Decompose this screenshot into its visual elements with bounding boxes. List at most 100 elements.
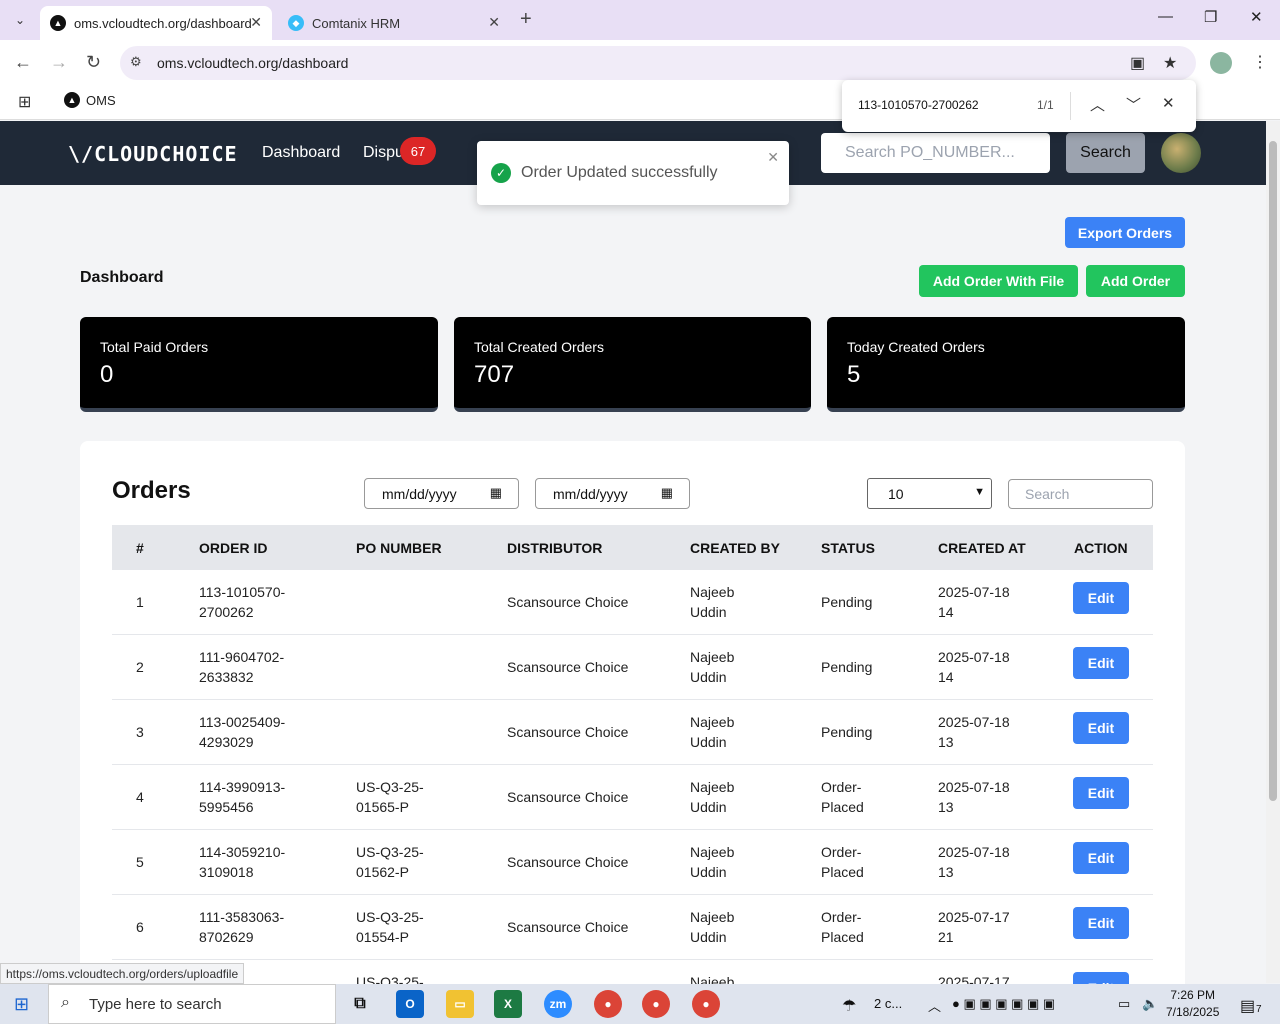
page-size-select[interactable]: 10 ▼ <box>867 478 992 509</box>
row-number: 1 <box>136 594 144 610</box>
header-search-button[interactable]: Search <box>1066 133 1145 173</box>
edit-button[interactable]: Edit <box>1073 777 1129 809</box>
apps-grid-icon[interactable]: ⊞ <box>18 92 31 112</box>
profile-icon[interactable] <box>1210 52 1232 74</box>
close-tab-icon[interactable]: ✕ <box>250 14 262 31</box>
bookmark-oms[interactable]: ▲ OMS <box>64 92 116 108</box>
bookmark-star-icon[interactable]: ★ <box>1163 53 1177 73</box>
notifications-icon[interactable]: ▤ <box>1240 996 1255 1016</box>
stat-card-total-created: Total Created Orders 707 <box>454 317 811 412</box>
status: Order- <box>821 844 862 860</box>
po-number: US-Q3-25- <box>356 844 424 860</box>
calendar-icon[interactable]: ▦ <box>490 485 502 501</box>
po-number-search-input[interactable] <box>821 133 1050 173</box>
scrollbar-thumb[interactable] <box>1269 141 1277 801</box>
weather-text[interactable]: 2 c... <box>874 996 902 1011</box>
site-info-icon[interactable]: ⚙ <box>130 54 142 70</box>
weather-icon[interactable]: ☂ <box>842 996 856 1016</box>
edit-button[interactable]: Edit <box>1073 712 1129 744</box>
stat-card-total-paid: Total Paid Orders 0 <box>80 317 438 412</box>
taskbar-search[interactable]: ⌕ Type here to search <box>48 984 336 1024</box>
lens-icon[interactable]: ▣ <box>1130 53 1145 73</box>
created-at: 14 <box>938 669 954 685</box>
reload-icon[interactable]: ↻ <box>86 52 101 73</box>
cloudchoice-logo[interactable]: \/CLOUDCHOICE <box>68 142 238 166</box>
column-header: DISTRIBUTOR <box>507 540 603 556</box>
network-icon[interactable]: ▭ <box>1118 996 1130 1012</box>
order-id: 113-1010570- <box>199 584 286 600</box>
nav-dashboard[interactable]: Dashboard <box>262 144 340 162</box>
find-query[interactable]: 113-1010570-2700262 <box>858 98 979 112</box>
restore-icon[interactable]: ❐ <box>1204 8 1217 26</box>
toast-close-icon[interactable]: ✕ <box>767 149 779 166</box>
created-by: Uddin <box>690 669 727 685</box>
distributor: Scansource Choice <box>507 594 629 610</box>
nav-disputes[interactable]: Dispu <box>363 144 404 162</box>
excel-icon[interactable]: X <box>494 990 522 1018</box>
status: Pending <box>821 724 873 740</box>
tab-oms-dashboard[interactable]: ▲ oms.vcloudtech.org/dashboard ✕ <box>40 6 272 40</box>
chrome-icon[interactable]: ● <box>594 990 622 1018</box>
task-view-icon[interactable]: ⧉ <box>346 990 374 1018</box>
created-at: 14 <box>938 604 954 620</box>
find-next-icon[interactable]: ﹀ <box>1126 94 1141 115</box>
table-row <box>112 830 1153 895</box>
window-close-icon[interactable]: ✕ <box>1250 8 1263 26</box>
close-tab-icon[interactable]: ✕ <box>488 14 500 31</box>
chevron-down-icon: ▼ <box>974 486 985 498</box>
table-row <box>112 895 1153 960</box>
created-by: Najeeb <box>690 649 735 665</box>
export-orders-button[interactable]: Export Orders <box>1065 217 1185 248</box>
created-by: Najeeb <box>690 584 735 600</box>
file-explorer-icon[interactable]: ▭ <box>446 990 474 1018</box>
oms-favicon-icon: ▲ <box>50 15 66 31</box>
user-avatar[interactable] <box>1161 133 1201 173</box>
find-prev-icon[interactable]: ︿ <box>1090 94 1105 115</box>
page-scrollbar[interactable] <box>1266 121 1280 983</box>
volume-icon[interactable]: 🔈 <box>1142 996 1158 1012</box>
row-number: 6 <box>136 919 144 935</box>
calendar-icon[interactable]: ▦ <box>661 485 673 501</box>
tab-comtanix-hrm[interactable]: ◆ Comtanix HRM ✕ <box>278 6 510 40</box>
windows-start-icon[interactable]: ⊞ <box>14 994 29 1015</box>
chrome-icon[interactable]: ● <box>642 990 670 1018</box>
created-at: 2025-07-17 <box>938 909 1010 925</box>
search-icon: ⌕ <box>61 994 70 1011</box>
date-to-input[interactable]: mm/dd/yyyy ▦ <box>535 478 690 509</box>
zoom-icon[interactable]: zm <box>544 990 572 1018</box>
forward-icon[interactable]: → <box>50 52 68 73</box>
stat-card-today-created: Today Created Orders 5 <box>827 317 1185 412</box>
system-clock[interactable]: 7:26 PM 7/18/2025 <box>1166 987 1219 1021</box>
edit-button[interactable]: Edit <box>1073 647 1129 679</box>
edit-button[interactable]: Edit <box>1073 582 1129 614</box>
minimize-icon[interactable]: — <box>1158 8 1173 25</box>
date-from-input[interactable]: mm/dd/yyyy ▦ <box>364 478 519 509</box>
orders-title: Orders <box>112 477 191 504</box>
add-order-with-file-button[interactable]: Add Order With File <box>919 265 1078 297</box>
stat-value: 707 <box>474 361 515 388</box>
notification-count: 7 <box>1256 1004 1262 1015</box>
table-search-input[interactable] <box>1008 479 1153 509</box>
taskbar-search-placeholder: Type here to search <box>89 995 222 1013</box>
find-count: 1/1 <box>1037 98 1054 112</box>
chrome-icon[interactable]: ● <box>692 990 720 1018</box>
created-at: 2025-07-18 <box>938 779 1010 795</box>
new-tab-icon[interactable]: + <box>520 8 532 31</box>
outlook-icon[interactable]: O <box>396 990 424 1018</box>
order-id: 3109018 <box>199 864 254 880</box>
tray-app-icons[interactable]: ● ▣ ▣ ▣ ▣ ▣ ▣ <box>952 996 1055 1012</box>
back-icon[interactable]: ← <box>14 52 32 73</box>
tab-search-chevron-icon[interactable]: ⌄ <box>8 8 32 32</box>
edit-button[interactable]: Edit <box>1073 907 1129 939</box>
menu-kebab-icon[interactable]: ⋮ <box>1252 52 1268 72</box>
created-by: Uddin <box>690 864 727 880</box>
edit-button[interactable]: Edit <box>1073 842 1129 874</box>
table-row <box>112 570 1153 635</box>
add-order-button[interactable]: Add Order <box>1086 265 1185 297</box>
url-bar[interactable]: ⚙ oms.vcloudtech.org/dashboard ▣ ★ <box>120 46 1196 80</box>
tray-chevron-up-icon[interactable]: ︿ <box>928 996 941 1015</box>
created-at: 2025-07-18 <box>938 714 1010 730</box>
created-by: Uddin <box>690 799 727 815</box>
find-close-icon[interactable]: ✕ <box>1162 94 1175 112</box>
po-number: 01562-P <box>356 864 409 880</box>
